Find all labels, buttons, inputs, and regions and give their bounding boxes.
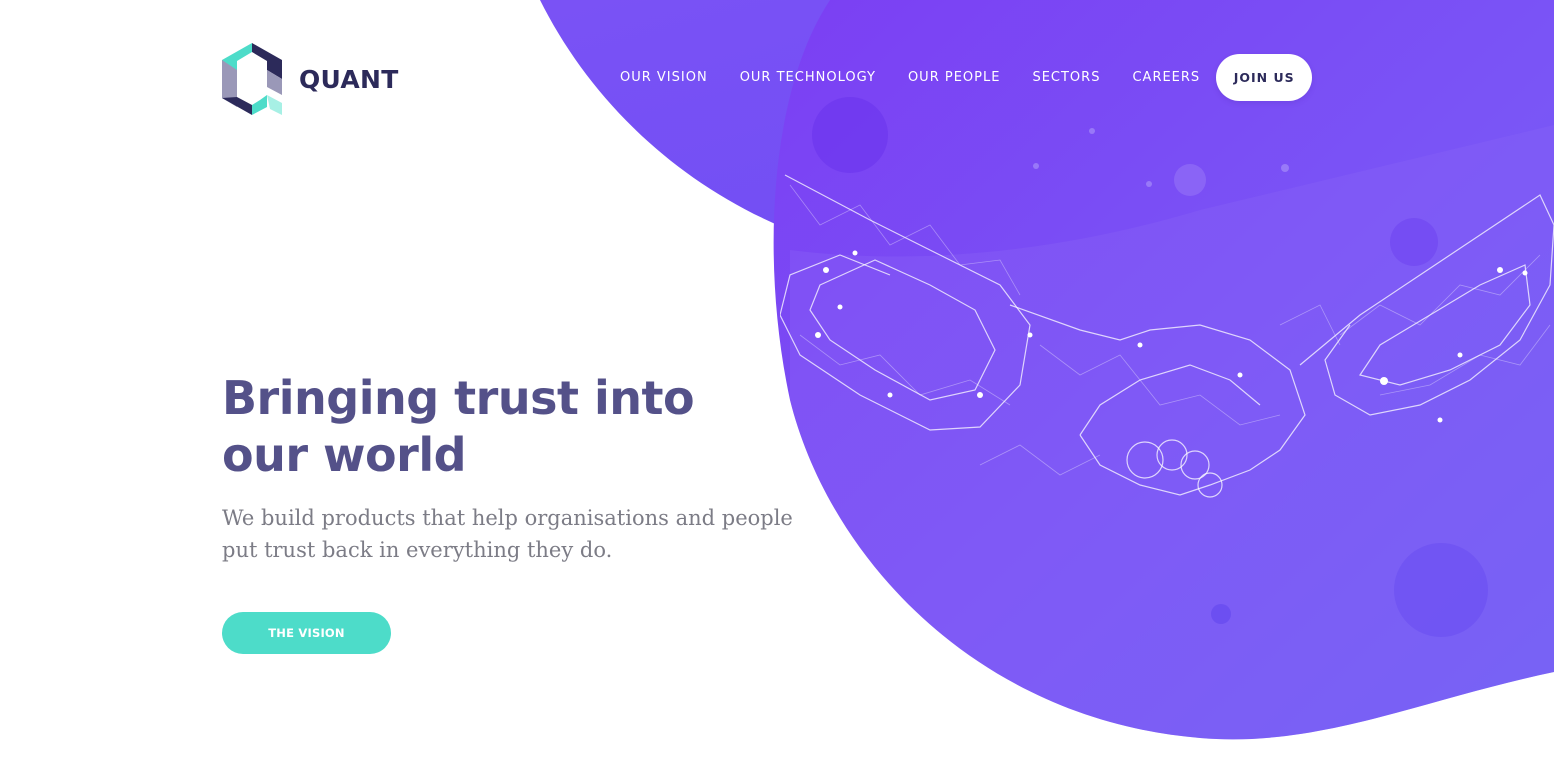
quant-logo[interactable]: QUANT — [222, 43, 399, 115]
landing-page: QUANT OUR VISION OUR TECHNOLOGY OUR PEOP… — [0, 0, 1554, 767]
hero-subtext: We build products that help organisation… — [222, 502, 842, 566]
chain-handshake-illustration — [780, 174, 1554, 498]
hero-subtext-line1: We build products that help organisation… — [222, 506, 793, 530]
hero-headline-line2: our world — [222, 428, 467, 482]
hero-headline: Bringing trust into our world — [222, 370, 782, 484]
join-us-button[interactable]: JOIN US — [1216, 54, 1313, 101]
hero-subtext-line2: put trust back in everything they do. — [222, 538, 613, 562]
nav-our-vision[interactable]: OUR VISION — [604, 70, 724, 85]
nav-our-technology[interactable]: OUR TECHNOLOGY — [724, 70, 892, 85]
brand-name: QUANT — [299, 64, 399, 94]
main-nav: OUR VISION OUR TECHNOLOGY OUR PEOPLE SEC… — [604, 54, 1313, 101]
nav-careers[interactable]: CAREERS — [1116, 70, 1216, 85]
the-vision-button[interactable]: THE VISION — [222, 612, 391, 654]
nav-sectors[interactable]: SECTORS — [1016, 70, 1116, 85]
quant-logo-icon — [222, 43, 282, 115]
hero-headline-line1: Bringing trust into — [222, 371, 695, 425]
nav-our-people[interactable]: OUR PEOPLE — [892, 70, 1017, 85]
